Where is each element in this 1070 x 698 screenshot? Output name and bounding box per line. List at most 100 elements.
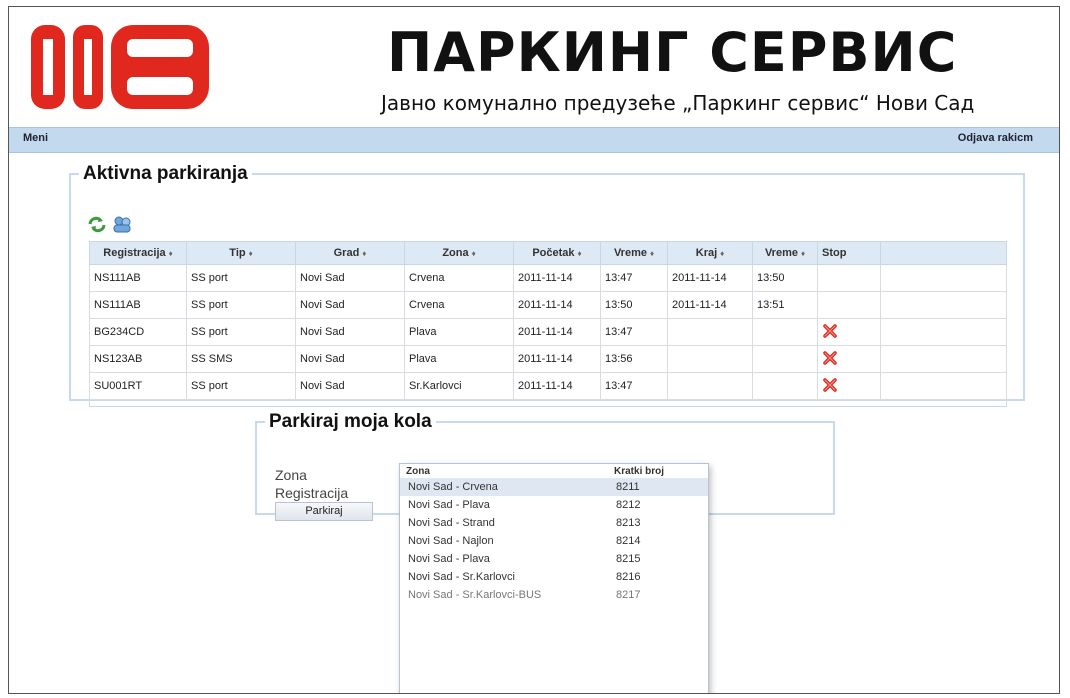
option-zona: Novi Sad - Strand [408,517,495,529]
cell: Crvena [404,291,514,319]
cell: NS123AB [89,345,187,373]
col-zona[interactable]: Zona ♦ [404,241,514,265]
table-row: NS123AB SS SMS Novi Sad Plava 2011-11-14… [89,345,1007,373]
cell: Novi Sad [295,291,405,319]
cell [880,372,1007,400]
cell: 2011-11-14 [513,372,601,400]
table-header-row: Registracija ♦ Tip ♦ Grad ♦ Zona ♦ Početak ♦ … [89,241,1007,265]
cell [880,345,1007,373]
cell [880,291,1007,319]
cell [880,318,1007,346]
col-grad[interactable]: Grad ♦ [295,241,405,265]
dropdown-option[interactable]: Novi Sad - Crvena 8211 [400,478,708,496]
cell [667,372,753,400]
dropdown-col-broj: Kratki broj [614,466,665,477]
table-row: NS111AB SS port Novi Sad Crvena 2011-11-… [89,291,1007,319]
cell: Novi Sad [295,372,405,400]
cell: BG234CD [89,318,187,346]
cell: 13:50 [752,264,818,292]
cell: 13:50 [600,291,668,319]
dropdown-option[interactable]: Novi Sad - Sr.Karlovci-BUS 8217 [400,586,708,604]
cell: 2011-11-14 [513,264,601,292]
cell: 2011-11-14 [513,345,601,373]
cell [752,318,818,346]
table-row: NS111AB SS port Novi Sad Crvena 2011-11-… [89,264,1007,292]
cell: Sr.Karlovci [404,372,514,400]
cell [880,264,1007,292]
option-broj: 8211 [616,481,640,493]
park-button[interactable]: Parkiraj [275,502,373,521]
stop-cell [817,372,881,400]
cell: 13:51 [752,291,818,319]
dropdown-option[interactable]: Novi Sad - Najlon 8214 [400,532,708,550]
brand-title: ПАРКИНГ СЕРВИС [387,21,958,84]
dropdown-option[interactable]: Novi Sad - Sr.Karlovci 8216 [400,568,708,586]
cell: NS111AB [89,264,187,292]
option-zona: Novi Sad - Plava [408,553,490,565]
cell: NS111AB [89,291,187,319]
refresh-icon[interactable] [87,215,107,233]
col-tip[interactable]: Tip ♦ [186,241,296,265]
cell: SU001RT [89,372,187,400]
cell: SS port [186,291,296,319]
option-broj: 8215 [616,553,641,565]
zona-dropdown: Zona Kratki broj Novi Sad - Crvena 8211 … [399,463,709,693]
cell: 13:47 [600,372,668,400]
logout-link[interactable]: Odjava rakicm [958,132,1033,144]
option-broj: 8217 [616,589,641,601]
dropdown-option[interactable]: Novi Sad - Strand 8213 [400,514,708,532]
registracija-label: Registracija [275,485,349,501]
stop-icon[interactable] [822,323,838,339]
table-row: SU001RT SS port Novi Sad Sr.Karlovci 201… [89,372,1007,400]
option-zona: Novi Sad - Sr.Karlovci [408,571,515,583]
stop-icon[interactable] [822,350,838,366]
table-row: BG234CD SS port Novi Sad Plava 2011-11-1… [89,318,1007,346]
col-empty [880,241,1007,265]
cell: 13:56 [600,345,668,373]
stop-icon[interactable] [822,377,838,393]
option-broj: 8213 [616,517,641,529]
brand-subtitle: Јавно комунално предузеће „Паркинг серви… [381,91,975,115]
option-broj: 8216 [616,571,641,583]
cell: SS port [186,372,296,400]
cell: Novi Sad [295,345,405,373]
option-zona: Novi Sad - Crvena [408,481,498,493]
cell [667,318,753,346]
cell: SS SMS [186,345,296,373]
cell: Novi Sad [295,318,405,346]
cell: 2011-11-14 [667,291,753,319]
option-zona: Novi Sad - Najlon [408,535,494,547]
cell: 2011-11-14 [513,291,601,319]
cell [752,372,818,400]
cell: Plava [404,318,514,346]
cell: 2011-11-14 [513,318,601,346]
zona-label: Zona [275,467,307,483]
cell: 13:47 [600,318,668,346]
table-footer-row [89,399,1007,407]
stop-cell [817,264,881,292]
dropdown-header: Zona Kratki broj [400,464,708,478]
option-zona: Novi Sad - Plava [408,499,490,511]
col-vreme-end[interactable]: Vreme ♦ [752,241,818,265]
toolbar-icons [87,215,133,235]
cell: SS port [186,264,296,292]
users-icon[interactable] [111,215,133,233]
dropdown-option[interactable]: Novi Sad - Plava 8215 [400,550,708,568]
col-registracija[interactable]: Registracija ♦ [89,241,187,265]
dropdown-col-zona: Zona [406,466,430,477]
active-parkings-panel: Aktivna parkiranja Registracija ♦ Tip ♦ Gr… [69,163,1025,407]
col-pocetak[interactable]: Početak ♦ [513,241,601,265]
dropdown-option[interactable]: Novi Sad - Plava 8212 [400,496,708,514]
cell: 2011-11-14 [667,264,753,292]
col-kraj[interactable]: Kraj ♦ [667,241,753,265]
active-parkings-table: Registracija ♦ Tip ♦ Grad ♦ Zona ♦ Početak ♦ … [89,241,1007,407]
cell [752,345,818,373]
option-zona: Novi Sad - Sr.Karlovci-BUS [408,589,542,601]
park-car-title: Parkiraj moja kola [269,411,432,432]
col-vreme-start[interactable]: Vreme ♦ [600,241,668,265]
menu-link[interactable]: Meni [23,132,48,144]
option-broj: 8214 [616,535,641,547]
col-stop: Stop [817,241,881,265]
page-frame: ПАРКИНГ СЕРВИС Јавно комунално предузеће… [8,6,1060,694]
cell: SS port [186,318,296,346]
